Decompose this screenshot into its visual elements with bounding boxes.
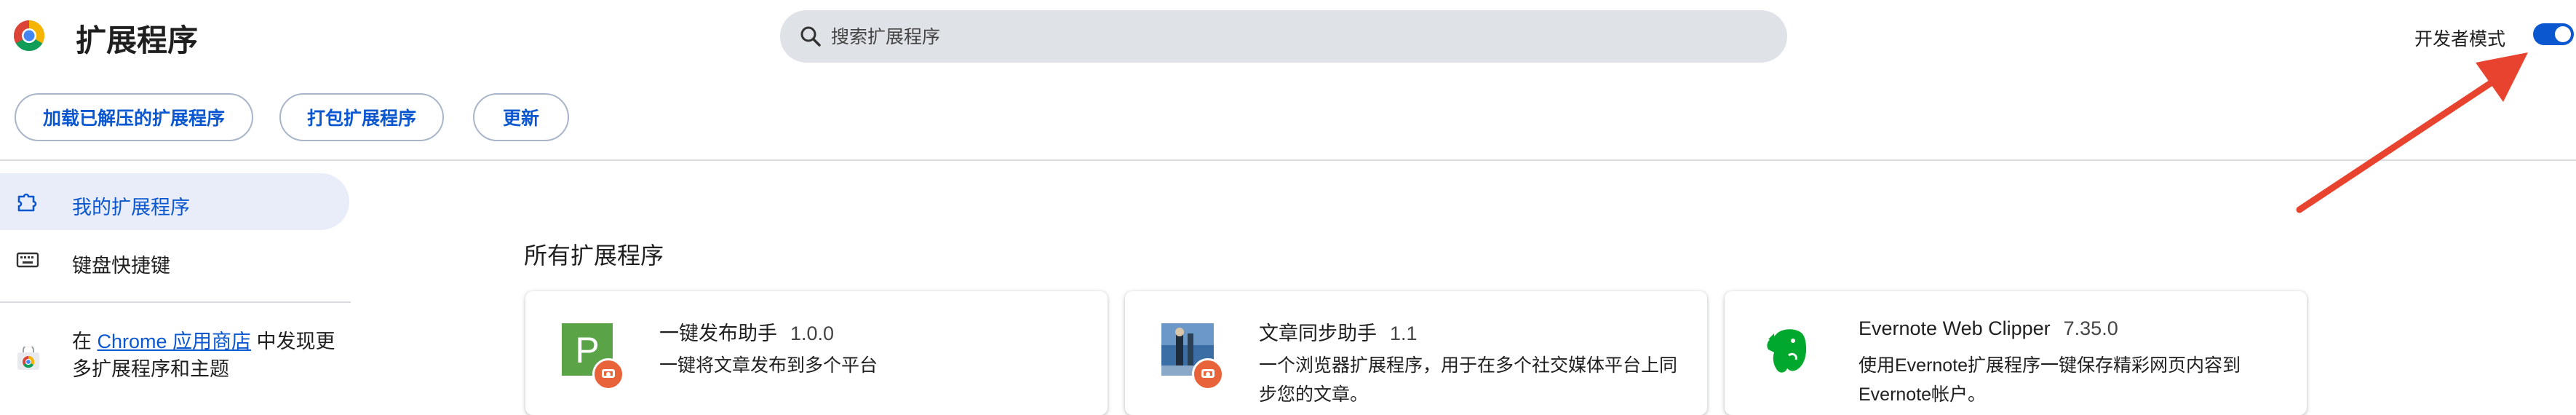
search-bar[interactable] <box>780 10 1787 63</box>
toggle-knob <box>2555 26 2571 42</box>
sidebar-item-label: 我的扩展程序 <box>72 197 190 218</box>
sidebar-item-label: 键盘快捷键 <box>72 255 170 277</box>
sidebar-item-keyboard-shortcuts[interactable]: 键盘快捷键 <box>0 232 349 288</box>
sidebar-divider <box>0 301 351 303</box>
extension-version: 7.35.0 <box>2063 317 2118 339</box>
extension-card: P 一键发布助手 1.0.0 一键将文章发布到多个平台 <box>525 291 1108 415</box>
update-button[interactable]: 更新 <box>473 93 569 141</box>
extension-version: 1.0.0 <box>790 323 835 344</box>
extension-card: 文章同步助手 1.1 一个浏览器扩展程序，用于在多个社交媒体平台上同步您的文章。 <box>1125 291 1707 415</box>
extension-description: 使用Evernote扩展程序一键保存精彩网页内容到Evernote帐户。 <box>1859 355 2241 405</box>
all-extensions-heading: 所有扩展程序 <box>524 242 664 269</box>
extension-card: Evernote Web Clipper 7.35.0 使用Evernote扩展程… <box>1725 291 2307 415</box>
extension-title: Evernote Web Clipper <box>1859 317 2051 339</box>
header: 扩展程序 开发者模式 <box>0 0 2576 71</box>
extension-name: Evernote Web Clipper 7.35.0 <box>1859 317 2118 340</box>
developer-mode-toggle[interactable] <box>2533 23 2574 45</box>
developer-badge-icon <box>592 358 624 390</box>
elephant-icon <box>1767 329 1807 373</box>
extension-description: 一个浏览器扩展程序，用于在多个社交媒体平台上同步您的文章。 <box>1259 355 1678 405</box>
page-title: 扩展程序 <box>76 23 199 58</box>
chrome-logo-icon <box>13 20 45 52</box>
extension-description: 一键将文章发布到多个平台 <box>659 355 878 376</box>
search-icon <box>800 26 821 47</box>
developer-mode-label: 开发者模式 <box>2414 29 2506 50</box>
keyboard-icon <box>16 252 39 268</box>
extension-title: 文章同步助手 <box>1259 323 1377 344</box>
extension-name: 文章同步助手 1.1 <box>1259 317 1418 346</box>
search-input[interactable] <box>830 22 1764 52</box>
store-prefix-text: 在 <box>72 331 98 352</box>
pack-extension-button[interactable]: 打包扩展程序 <box>279 93 444 141</box>
chrome-web-store-link[interactable]: Chrome 应用商店 <box>98 331 252 352</box>
sidebar-item-my-extensions[interactable]: 我的扩展程序 <box>0 173 349 230</box>
extension-name: 一键发布助手 1.0.0 <box>659 317 834 346</box>
developer-badge-icon <box>1192 358 1224 390</box>
extension-title: 一键发布助手 <box>659 323 777 344</box>
puzzle-icon <box>17 193 37 212</box>
header-divider <box>0 159 2576 161</box>
chrome-web-store-icon[interactable] <box>16 347 41 371</box>
extension-version: 1.1 <box>1390 323 1418 344</box>
load-unpacked-button[interactable]: 加载已解压的扩展程序 <box>15 93 253 141</box>
web-store-promo: 在 Chrome 应用商店 中发现更多扩展程序和主题 <box>72 328 341 383</box>
